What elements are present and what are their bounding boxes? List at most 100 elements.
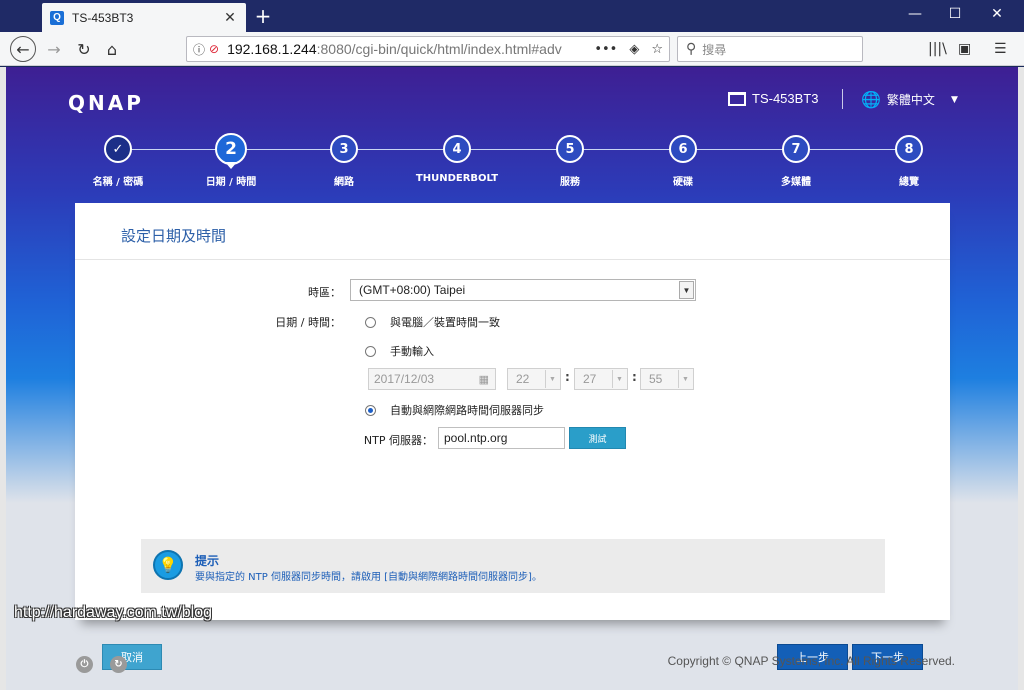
tip-text: 要與指定的 NTP 伺服器同步時間，請啟用 [自動與網際網路時間伺服器同步]。 xyxy=(195,572,542,583)
step-7: 7 多媒體 xyxy=(736,135,856,188)
restart-icon[interactable]: ↻ xyxy=(110,656,127,673)
time-separator: : xyxy=(565,370,570,384)
step-2: 2 日期 / 時間 xyxy=(171,133,291,188)
minimize-icon[interactable]: — xyxy=(900,6,930,22)
ntp-server-input[interactable]: pool.ntp.org xyxy=(438,427,565,449)
background-window-strip-right xyxy=(1018,67,1024,690)
radio-ntp[interactable]: 自動與網際網路時間伺服器同步 xyxy=(365,402,544,418)
manual-date-input[interactable]: 2017/12/03 ▦ xyxy=(368,368,496,390)
language-label: 繁體中文 xyxy=(886,93,935,107)
tip-title: 提示 xyxy=(195,554,220,568)
radio-sync-pc[interactable]: 與電腦／裝置時間一致 xyxy=(365,314,500,330)
step-circle: 5 xyxy=(556,135,584,163)
tab-close-icon[interactable]: ✕ xyxy=(222,10,238,26)
browser-titlebar: Q TS-453BT3 ✕ + — ☐ ✕ xyxy=(0,0,1024,32)
datetime-label: 日期 / 時間： xyxy=(275,316,341,329)
power-icon[interactable]: ⏻ xyxy=(76,656,93,673)
page-actions-icon[interactable]: ••• xyxy=(594,42,617,57)
browser-tab[interactable]: Q TS-453BT3 ✕ xyxy=(42,3,246,32)
radio-button[interactable] xyxy=(365,404,376,416)
page-content: QNAP TS-453BT3 🌐 繁體中文 ▼ ✓ 名稱 / 密碼 2 日期 /… xyxy=(6,67,1018,690)
home-icon[interactable]: ⌂ xyxy=(100,37,124,61)
step-8: 8 總覽 xyxy=(849,135,969,188)
pocket-icon[interactable]: ◈ xyxy=(629,42,639,57)
step-4: 4 THUNDERBOLT xyxy=(397,135,517,184)
maximize-icon[interactable]: ☐ xyxy=(940,6,970,22)
calendar-icon[interactable]: ▦ xyxy=(479,373,489,386)
copyright: Copyright © QNAP Systems, Inc. All Right… xyxy=(667,654,955,668)
tip-box: 💡 提示 要與指定的 NTP 伺服器同步時間，請啟用 [自動與網際網路時間伺服器… xyxy=(141,539,885,593)
step-6: 6 硬碟 xyxy=(623,135,743,188)
step-label: 總覽 xyxy=(899,177,919,188)
nas-device-icon xyxy=(728,91,746,106)
step-label: THUNDERBOLT xyxy=(415,173,499,184)
url-bar[interactable]: ⓘ ⊘ 192.168.1.244:8080/cgi-bin/quick/htm… xyxy=(186,36,670,62)
step-circle: 2 xyxy=(215,133,247,165)
library-icon[interactable]: |||\ xyxy=(928,41,947,57)
language-selector[interactable]: 🌐 繁體中文 ▼ xyxy=(861,90,958,109)
step-3: 3 網路 xyxy=(284,135,404,188)
step-circle: 8 xyxy=(895,135,923,163)
back-icon[interactable]: ← xyxy=(10,36,36,62)
step-circle: 3 xyxy=(330,135,358,163)
wizard-card: 設定日期及時間 時區： (GMT+08:00) Taipei ▼ 日期 / 時間… xyxy=(75,203,950,670)
device-info: TS-453BT3 xyxy=(728,91,818,106)
qnap-favicon-icon: Q xyxy=(50,10,64,25)
step-label: 日期 / 時間 xyxy=(205,177,257,188)
step-label: 名稱 / 密碼 xyxy=(92,177,144,188)
step-pointer xyxy=(225,162,237,169)
divider xyxy=(75,259,950,260)
step-circle: 6 xyxy=(669,135,697,163)
info-icon[interactable]: ⓘ xyxy=(193,41,205,58)
hour-select[interactable]: 22 ▼ xyxy=(507,368,561,390)
chevron-down-icon: ▼ xyxy=(612,370,626,388)
second-select[interactable]: 55 ▼ xyxy=(640,368,694,390)
sidebar-icon[interactable]: ▣ xyxy=(958,41,971,57)
insecure-lock-icon: ⊘ xyxy=(209,42,220,56)
timezone-select[interactable]: (GMT+08:00) Taipei ▼ xyxy=(350,279,696,301)
window-close-icon[interactable]: ✕ xyxy=(982,6,1012,22)
ntp-label: NTP 伺服器： xyxy=(363,434,433,447)
new-tab-icon[interactable]: + xyxy=(252,5,274,27)
step-label: 網路 xyxy=(334,177,354,188)
reload-icon[interactable]: ↻ xyxy=(72,37,96,61)
step-circle: ✓ xyxy=(104,135,132,163)
chevron-down-icon: ▼ xyxy=(545,370,559,388)
search-placeholder: 搜尋 xyxy=(702,42,727,57)
menu-icon[interactable]: ☰ xyxy=(994,41,1007,57)
search-icon: ⚲ xyxy=(686,41,697,57)
chevron-down-icon: ▼ xyxy=(678,370,692,388)
timezone-value: (GMT+08:00) Taipei xyxy=(359,283,466,297)
chevron-down-icon: ▼ xyxy=(950,94,958,105)
qnap-logo: QNAP xyxy=(68,91,144,115)
device-name: TS-453BT3 xyxy=(752,91,819,106)
ntp-server-value: pool.ntp.org xyxy=(444,431,508,445)
hour-value: 22 xyxy=(516,372,530,386)
step-1: ✓ 名稱 / 密碼 xyxy=(58,135,178,188)
time-separator: : xyxy=(632,370,637,384)
step-5: 5 服務 xyxy=(510,135,630,188)
step-circle: 7 xyxy=(782,135,810,163)
header-divider xyxy=(842,89,843,109)
radio-button[interactable] xyxy=(365,316,376,328)
radio-manual[interactable]: 手動輸入 xyxy=(365,343,434,359)
minute-select[interactable]: 27 ▼ xyxy=(574,368,628,390)
step-circle: 4 xyxy=(443,135,471,163)
bookmark-star-icon[interactable]: ☆ xyxy=(651,42,663,57)
step-label: 多媒體 xyxy=(781,177,811,188)
forward-icon[interactable]: → xyxy=(42,37,66,61)
tab-title: TS-453BT3 xyxy=(72,10,134,25)
step-label: 硬碟 xyxy=(673,177,693,188)
browser-navbar: ← → ↻ ⌂ ⓘ ⊘ 192.168.1.244:8080/cgi-bin/q… xyxy=(0,32,1024,66)
lightbulb-icon: 💡 xyxy=(153,550,183,580)
timezone-label: 時區： xyxy=(308,286,341,299)
radio-label: 與電腦／裝置時間一致 xyxy=(390,316,500,329)
test-button[interactable]: 測試 xyxy=(569,427,626,449)
second-value: 55 xyxy=(649,372,663,386)
radio-button[interactable] xyxy=(365,345,376,357)
search-input[interactable]: ⚲ 搜尋 xyxy=(677,36,863,62)
url-text: 192.168.1.244:8080/cgi-bin/quick/html/in… xyxy=(227,41,594,57)
radio-label: 自動與網際網路時間伺服器同步 xyxy=(390,404,544,417)
manual-date-value: 2017/12/03 xyxy=(374,372,435,386)
watermark: http://hardaway.com.tw/blog xyxy=(14,604,213,621)
